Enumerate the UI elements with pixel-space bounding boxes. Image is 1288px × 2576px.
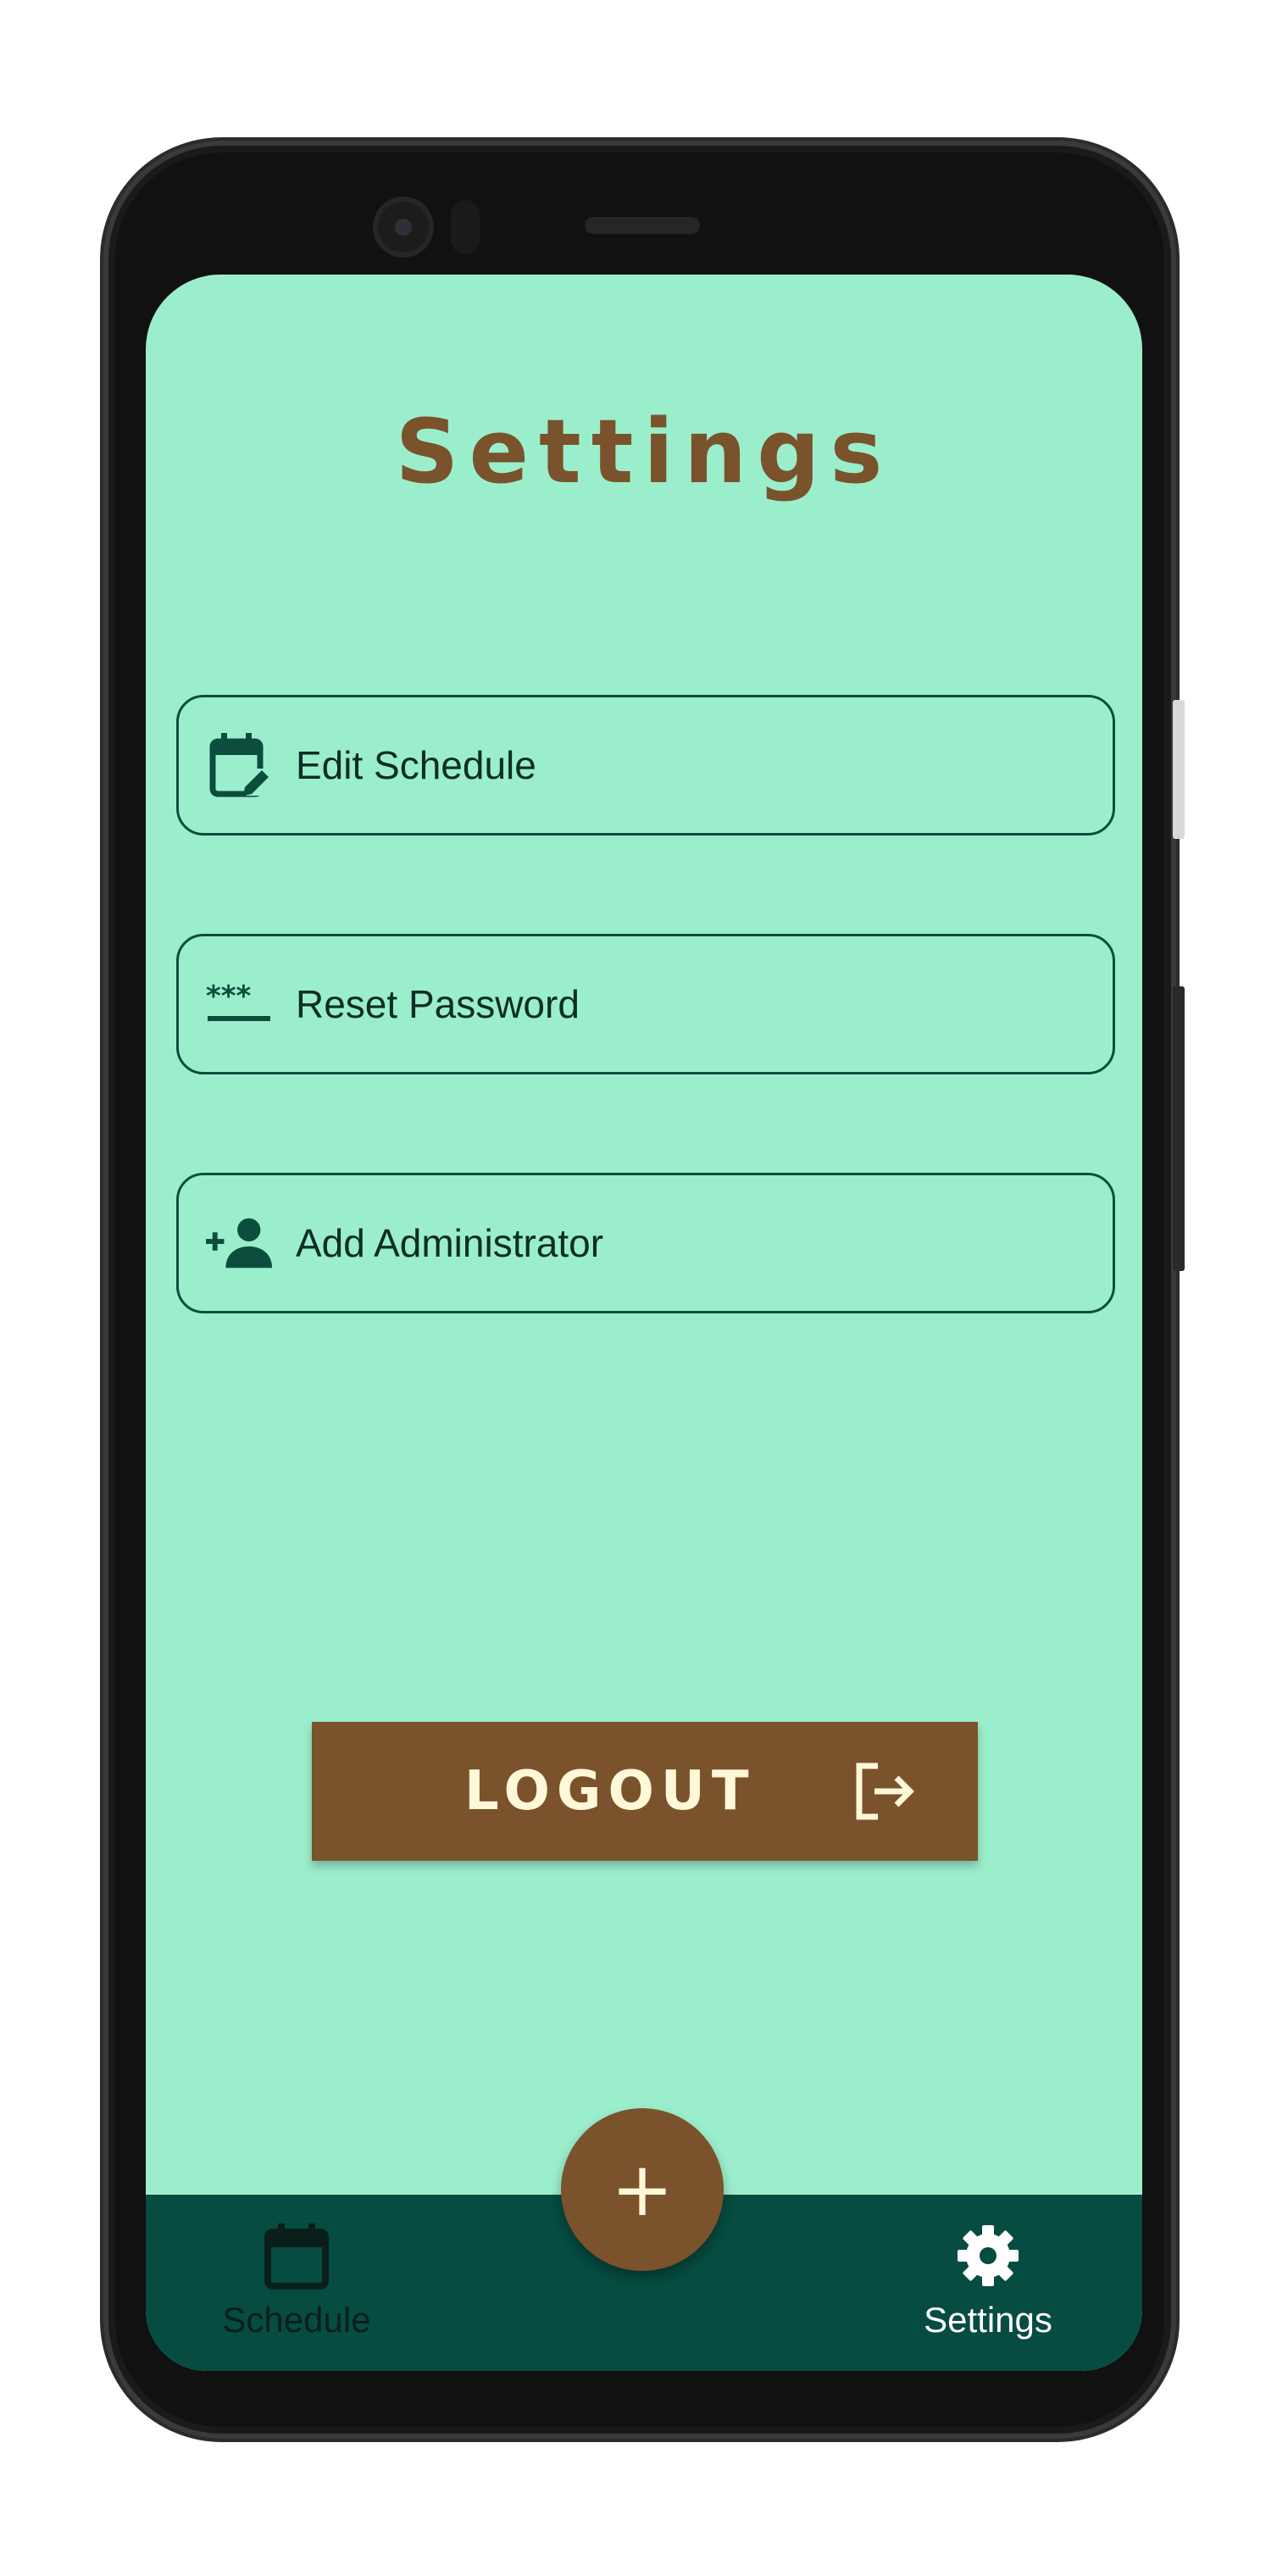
password-icon: ***: [206, 970, 274, 1038]
nav-label: Settings: [924, 2300, 1052, 2340]
power-button: [1173, 700, 1185, 839]
earpiece-speaker: [585, 217, 700, 234]
menu-item-label: Edit Schedule: [296, 743, 536, 787]
menu-item-label: Reset Password: [296, 982, 580, 1026]
person-add-icon: [206, 1209, 274, 1277]
nav-item-settings[interactable]: Settings: [893, 2195, 1083, 2371]
page-title: Settings: [395, 400, 893, 503]
gear-icon: [952, 2220, 1024, 2291]
add-administrator-button[interactable]: Add Administrator: [176, 1173, 1115, 1313]
proximity-sensor: [451, 200, 480, 254]
calendar-edit-icon: [206, 731, 274, 799]
app-screen: Settings Edit Schedule *** Reset Passwor…: [146, 275, 1142, 2371]
reset-password-button[interactable]: *** Reset Password: [176, 934, 1115, 1074]
plus-icon: +: [611, 2146, 674, 2233]
nav-item-schedule[interactable]: Schedule: [212, 2195, 381, 2371]
menu-item-label: Add Administrator: [296, 1221, 604, 1265]
logout-label: LOGOUT: [464, 1760, 756, 1823]
logout-icon: [852, 1761, 917, 1822]
svg-text:***: ***: [206, 980, 252, 1013]
logout-button[interactable]: LOGOUT: [312, 1722, 978, 1861]
add-fab-button[interactable]: +: [561, 2108, 724, 2271]
nav-label: Schedule: [222, 2300, 371, 2340]
front-camera: [373, 197, 434, 258]
calendar-icon: [261, 2220, 332, 2291]
volume-button: [1173, 986, 1185, 1271]
edit-schedule-button[interactable]: Edit Schedule: [176, 695, 1115, 836]
